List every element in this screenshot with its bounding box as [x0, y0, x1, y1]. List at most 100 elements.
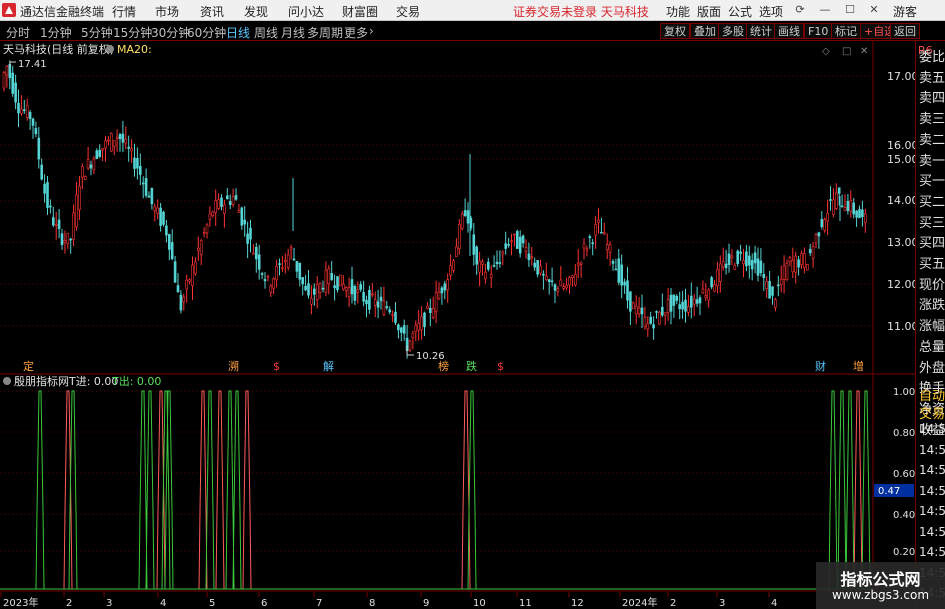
menu-market[interactable]: 市场: [155, 3, 179, 20]
indicator-name[interactable]: 殷朋指标网: [14, 374, 69, 388]
candle-body: [333, 285, 336, 289]
period-15min[interactable]: 15分钟: [113, 24, 152, 41]
candle-body: [455, 246, 458, 257]
period-30min[interactable]: 30分钟: [151, 24, 190, 41]
period-weekly[interactable]: 周线: [254, 24, 278, 41]
menu-wealth-circle[interactable]: 财富圈: [342, 3, 378, 20]
quote-field-label: 卖三: [919, 112, 945, 128]
multi-stock-button[interactable]: 多股: [718, 23, 748, 39]
candle-body: [388, 309, 392, 313]
auto-trade-label[interactable]: 交易: [919, 403, 945, 422]
adjust-button[interactable]: 复权: [660, 23, 690, 39]
event-marker-cai[interactable]: 财: [815, 359, 826, 373]
event-marker-ding[interactable]: 定: [23, 359, 34, 373]
f10-button[interactable]: F10: [804, 23, 833, 39]
candle-body: [150, 187, 154, 205]
chevron-right-icon[interactable]: ›: [369, 24, 374, 38]
menu-formula[interactable]: 公式: [728, 3, 752, 20]
minimize-icon[interactable]: —: [817, 2, 833, 18]
panel-close-icon[interactable]: ✕: [860, 46, 868, 57]
event-marker-zeng[interactable]: 增: [853, 359, 864, 373]
mark-button[interactable]: 标记: [831, 23, 861, 39]
candle-body: [649, 316, 653, 324]
candle-body: [226, 195, 229, 200]
candle-body: [365, 299, 368, 305]
period-daily[interactable]: 日线: [226, 24, 250, 41]
menu-layout[interactable]: 版面: [697, 3, 721, 20]
candle-body: [127, 146, 130, 149]
tick-time: 14:56: [919, 524, 945, 539]
candle-body: [620, 264, 624, 286]
candle-body: [327, 268, 331, 285]
period-60min[interactable]: 60分钟: [187, 24, 226, 41]
menu-function[interactable]: 功能: [666, 3, 690, 20]
event-marker-die[interactable]: 跌: [466, 359, 477, 373]
trade-login-notice: 证券交易未登录 天马科技: [513, 5, 649, 19]
candle-body: [231, 196, 235, 205]
maximize-icon[interactable]: ☐: [842, 2, 858, 18]
period-5min[interactable]: 5分钟: [81, 24, 113, 41]
candle-body: [379, 296, 383, 302]
candle-body: [373, 299, 377, 306]
event-marker-jie[interactable]: 解: [323, 359, 334, 373]
draw-line-button[interactable]: 画线: [774, 23, 804, 39]
menu-news[interactable]: 资讯: [200, 3, 224, 20]
event-marker-bang[interactable]: 榜: [438, 359, 449, 373]
candle-body: [837, 187, 841, 194]
x-axis-label: 3: [106, 598, 112, 609]
auto-trade-label[interactable]: 自动: [919, 385, 945, 404]
quote-field-label: 卖二: [919, 132, 945, 148]
statistics-button[interactable]: 统计: [746, 23, 776, 39]
candle-body: [774, 299, 777, 308]
candle-body: [408, 340, 412, 351]
menu-discover[interactable]: 发现: [244, 3, 268, 20]
candle-body: [304, 285, 307, 291]
candle-body: [298, 262, 302, 280]
candle-body: [617, 258, 621, 283]
event-marker-dividend[interactable]: $: [273, 360, 280, 373]
period-1min[interactable]: 1分钟: [40, 24, 72, 41]
candle-body: [295, 261, 299, 272]
candle-body: [687, 306, 690, 313]
ma-dot-icon: [106, 45, 114, 53]
candle-body: [397, 324, 400, 331]
candle-body: [211, 211, 215, 217]
candle-body: [765, 281, 769, 289]
settings-icon[interactable]: ◇: [822, 46, 830, 57]
back-button[interactable]: 返回: [890, 23, 920, 39]
candle-body: [814, 234, 818, 244]
candle-body: [811, 246, 815, 259]
period-multi[interactable]: 多周期: [307, 24, 343, 41]
event-marker-su[interactable]: 溯: [228, 360, 239, 373]
guest-user[interactable]: 游客: [893, 3, 917, 20]
period-monthly[interactable]: 月线: [281, 24, 305, 41]
overlay-button[interactable]: 叠加: [690, 23, 720, 39]
candle-body: [234, 195, 238, 200]
candle-body: [544, 275, 548, 280]
candle-body: [614, 268, 618, 271]
event-marker-dividend-2[interactable]: $: [497, 360, 504, 373]
tick-time: 14:56: [919, 463, 945, 477]
candle-body: [272, 278, 276, 289]
x-axis-label: 9: [423, 598, 429, 609]
expand-icon[interactable]: □: [842, 46, 851, 57]
refresh-icon[interactable]: ⟳: [792, 2, 808, 18]
menu-xiaoda[interactable]: 问小达: [288, 3, 324, 20]
candle-body: [457, 223, 461, 250]
close-icon[interactable]: ✕: [866, 2, 882, 18]
candle-body: [623, 281, 626, 286]
candle-body: [307, 283, 310, 296]
menu-quotes[interactable]: 行情: [112, 3, 136, 20]
candle-body: [472, 234, 476, 255]
menu-trade[interactable]: 交易: [396, 3, 420, 20]
panel-control-icons[interactable]: ◇ □ ✕: [822, 46, 868, 57]
period-timeshare[interactable]: 分时: [6, 24, 30, 41]
candle-body: [634, 305, 638, 315]
menu-options[interactable]: 选项: [759, 3, 783, 20]
candle-body: [753, 252, 757, 264]
period-more[interactable]: 更多: [344, 24, 368, 41]
high-price-label: 17.41: [18, 59, 47, 70]
candle-body: [562, 286, 566, 289]
chart-area[interactable]: 天马科技(日线 前复权) MA20: ◇ □ ✕ 17.41 10.26 17.…: [0, 41, 919, 609]
x-axis-label: 3: [719, 598, 725, 609]
